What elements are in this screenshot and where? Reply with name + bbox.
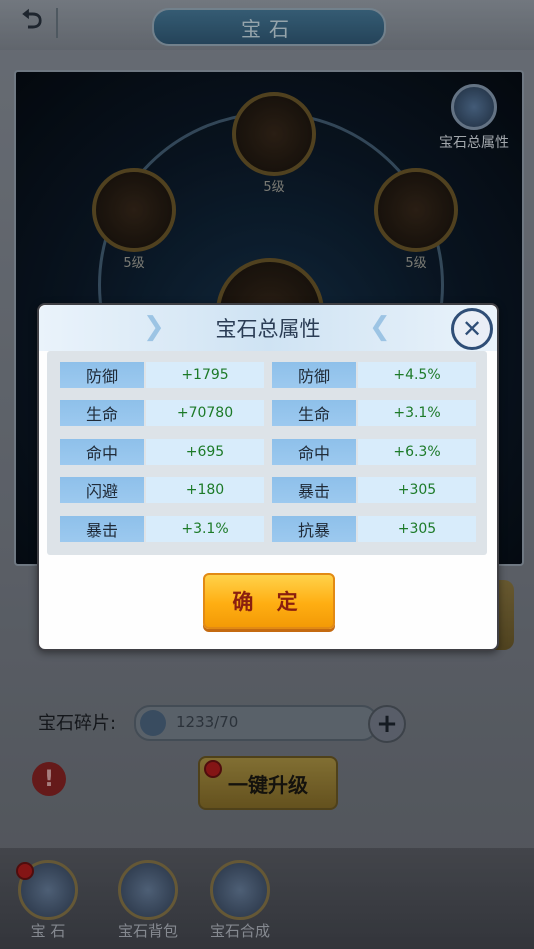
attribute-name: 抗暴: [272, 516, 356, 542]
attribute-row: 抗暴 +305: [272, 516, 476, 542]
attribute-name: 闪避: [60, 477, 144, 503]
attributes-panel: 防御 +1795 生命 +70780 命中 +695 闪避 +180 暴击 +3…: [47, 351, 487, 555]
dialog-header: ❯ ❮ 宝石总属性: [39, 305, 497, 351]
total-attributes-dialog: ❯ ❮ 宝石总属性 ✕ 防御 +1795 生命 +70780 命中 +695 闪…: [37, 303, 499, 651]
attribute-value: +1795: [146, 362, 264, 388]
attribute-name: 命中: [60, 439, 144, 465]
attribute-row: 闪避 +180: [60, 477, 264, 503]
attribute-value: +3.1%: [146, 516, 264, 542]
attribute-row: 防御 +4.5%: [272, 362, 476, 388]
attribute-value: +305: [358, 516, 476, 542]
attribute-name: 生命: [272, 400, 356, 426]
attribute-row: 防御 +1795: [60, 362, 264, 388]
attribute-row: 生命 +70780: [60, 400, 264, 426]
attribute-name: 生命: [60, 400, 144, 426]
close-icon: ✕: [461, 315, 483, 343]
attribute-value: +3.1%: [358, 400, 476, 426]
attribute-row: 暴击 +3.1%: [60, 516, 264, 542]
attribute-value: +70780: [146, 400, 264, 426]
attribute-value: +6.3%: [358, 439, 476, 465]
attribute-name: 防御: [60, 362, 144, 388]
attribute-name: 暴击: [272, 477, 356, 503]
dialog-title: 宝石总属性: [215, 317, 321, 341]
attribute-value: +305: [358, 477, 476, 503]
attribute-value: +180: [146, 477, 264, 503]
attribute-row: 命中 +695: [60, 439, 264, 465]
attribute-value: +4.5%: [358, 362, 476, 388]
attribute-row: 生命 +3.1%: [272, 400, 476, 426]
attribute-row: 命中 +6.3%: [272, 439, 476, 465]
close-button[interactable]: ✕: [451, 308, 493, 350]
attribute-value: +695: [146, 439, 264, 465]
attribute-name: 暴击: [60, 516, 144, 542]
confirm-button[interactable]: 确 定: [203, 573, 335, 629]
attribute-name: 防御: [272, 362, 356, 388]
attribute-name: 命中: [272, 439, 356, 465]
attribute-row: 暴击 +305: [272, 477, 476, 503]
